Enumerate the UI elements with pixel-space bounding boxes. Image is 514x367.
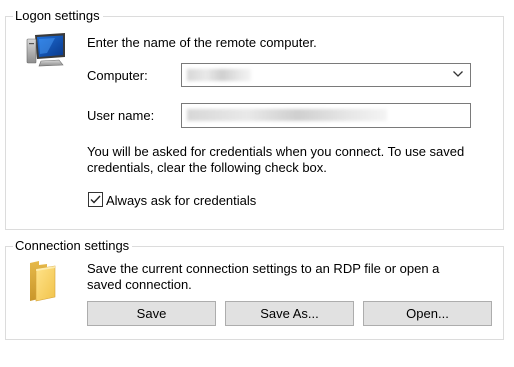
username-field[interactable] xyxy=(181,103,471,128)
logon-settings-group: Logon settings Enter the name of the rem… xyxy=(5,8,504,230)
folder-icon xyxy=(27,259,59,303)
computer-value-redacted xyxy=(187,69,251,81)
remote-computer-icon xyxy=(25,31,69,71)
computer-label: Computer: xyxy=(87,68,148,83)
always-ask-checkbox[interactable] xyxy=(88,192,103,207)
logon-settings-title: Logon settings xyxy=(13,8,103,24)
credentials-note-line2: credentials, clear the following check b… xyxy=(87,160,327,175)
username-value-redacted xyxy=(187,109,387,121)
username-label: User name: xyxy=(87,108,155,123)
save-button[interactable]: Save xyxy=(87,301,216,326)
save-as-button[interactable]: Save As... xyxy=(225,301,354,326)
connection-description-line2: saved connection. xyxy=(87,277,192,292)
checkmark-icon xyxy=(90,195,101,204)
open-button[interactable]: Open... xyxy=(363,301,492,326)
always-ask-label[interactable]: Always ask for credentials xyxy=(106,193,256,209)
connection-description-line1: Save the current connection settings to … xyxy=(87,261,440,276)
connection-settings-title: Connection settings xyxy=(13,238,133,254)
connection-settings-group: Connection settings Save the current con… xyxy=(5,238,504,340)
instruction-text: Enter the name of the remote computer. xyxy=(87,35,317,50)
credentials-note-line1: You will be asked for credentials when y… xyxy=(87,144,465,159)
computer-combobox[interactable] xyxy=(181,63,471,87)
chevron-down-icon[interactable] xyxy=(452,68,464,80)
